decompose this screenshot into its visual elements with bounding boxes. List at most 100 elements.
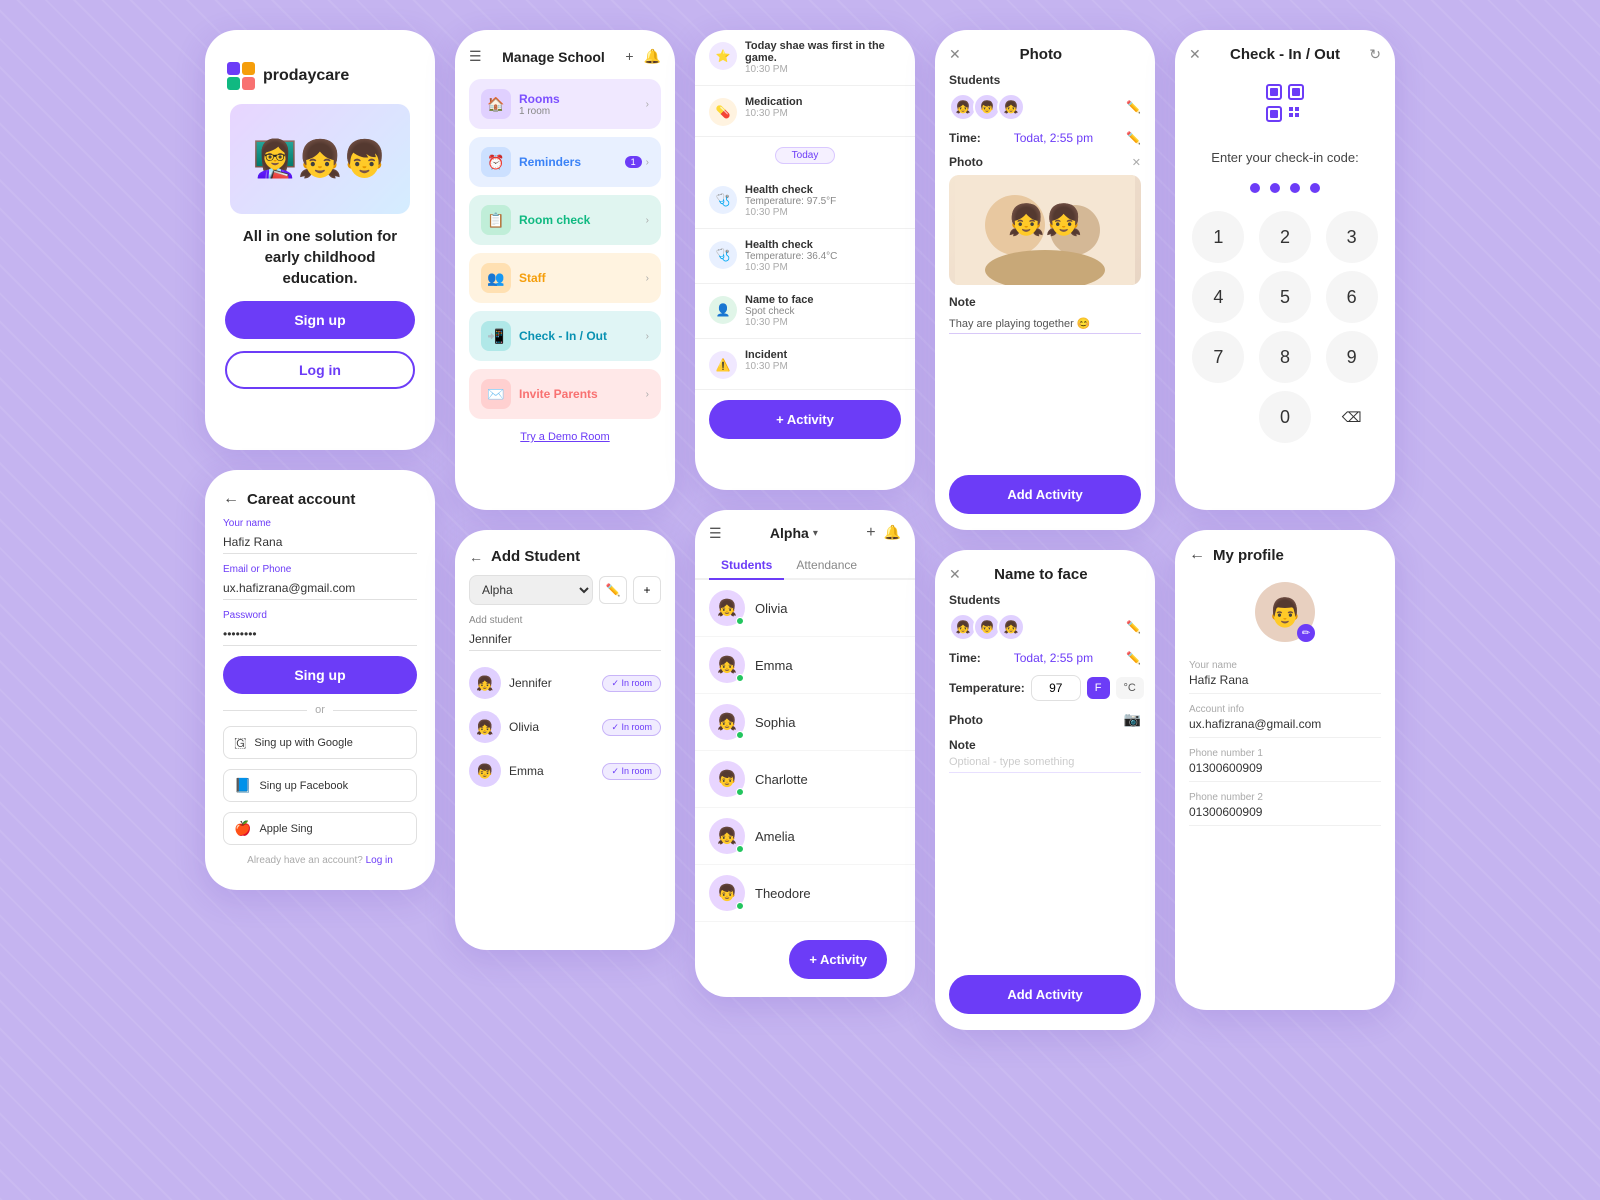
password-label: Password xyxy=(223,610,417,621)
google-signup-button[interactable]: 🇬 Sing up with Google xyxy=(223,726,417,759)
invite-icon: ✉️ xyxy=(481,379,511,409)
note-input[interactable] xyxy=(949,313,1141,334)
add-student-back-icon[interactable]: ← xyxy=(469,549,483,565)
tab-attendance[interactable]: Attendance xyxy=(784,552,869,580)
pin-dot-4 xyxy=(1310,183,1320,193)
nf-note-placeholder: Optional - type something xyxy=(949,752,1141,773)
profile-edit-badge[interactable]: ✏ xyxy=(1297,624,1315,642)
invite-menu-item[interactable]: ✉️ Invite Parents › xyxy=(469,369,661,419)
app-name: prodaycare xyxy=(263,67,349,85)
activity-health2: 🩺 Health check Temperature: 36.4°C 10:30… xyxy=(695,229,915,284)
facebook-icon: 📘 xyxy=(234,777,251,794)
nf-students-edit-icon[interactable]: ✏️ xyxy=(1126,620,1141,634)
health1-sub: Temperature: 97.5°F xyxy=(745,196,901,207)
today-separator: Today xyxy=(695,137,915,174)
numpad: 1 2 3 4 5 6 7 8 9 0 ⌫ xyxy=(1189,211,1381,443)
profile-back-icon[interactable]: ← xyxy=(1189,546,1205,564)
menu-icon[interactable]: ☰ xyxy=(469,48,482,65)
emma-alpha-avatar: 👧 xyxy=(709,647,745,683)
profile-avatar: 👨 ✏ xyxy=(1255,582,1315,642)
alpha-add-icon[interactable]: + xyxy=(866,524,875,542)
game-time: 10:30 PM xyxy=(745,64,901,75)
google-icon: 🇬 xyxy=(234,734,246,751)
jennifer-name: Jennifer xyxy=(509,676,552,690)
name-input[interactable] xyxy=(223,531,417,554)
login-button[interactable]: Log in xyxy=(225,351,415,389)
signup-button[interactable]: Sign up xyxy=(225,301,415,339)
nf-avatar-3: 👧 xyxy=(997,613,1025,641)
fab-activity-button[interactable]: + Activity xyxy=(789,940,887,979)
photo-students-edit-icon[interactable]: ✏️ xyxy=(1126,100,1141,114)
nf-temp-input[interactable] xyxy=(1031,675,1081,701)
amelia-alpha-name: Amelia xyxy=(755,829,795,844)
rooms-menu-item[interactable]: 🏠 Rooms 1 room › xyxy=(469,79,661,129)
name-face-close-icon[interactable]: ✕ xyxy=(949,566,961,583)
alpha-menu-icon[interactable]: ☰ xyxy=(709,525,722,542)
num-3-button[interactable]: 3 xyxy=(1326,211,1378,263)
num-8-button[interactable]: 8 xyxy=(1259,331,1311,383)
delete-button[interactable]: ⌫ xyxy=(1326,391,1378,443)
num-9-button[interactable]: 9 xyxy=(1326,331,1378,383)
num-4-button[interactable]: 4 xyxy=(1192,271,1244,323)
account-signup-button[interactable]: Sing up xyxy=(223,656,417,694)
add-student-label: Add student xyxy=(469,615,661,626)
photo-students-label: Students xyxy=(949,73,1141,87)
room-select[interactable]: Alpha xyxy=(469,575,593,605)
add-activity-nf-button[interactable]: Add Activity xyxy=(949,975,1141,1014)
rooms-chevron-icon: › xyxy=(646,99,649,110)
demo-link[interactable]: Try a Demo Room xyxy=(469,431,661,443)
password-input[interactable] xyxy=(223,623,417,646)
add-activity-button[interactable]: + Activity xyxy=(709,400,901,439)
photo-close-icon[interactable]: ✕ xyxy=(949,46,961,63)
num-1-button[interactable]: 1 xyxy=(1192,211,1244,263)
student-name-input[interactable] xyxy=(469,628,661,651)
svg-text:👧👧: 👧👧 xyxy=(1008,202,1083,237)
num-2-button[interactable]: 2 xyxy=(1259,211,1311,263)
charlotte-alpha-name: Charlotte xyxy=(755,772,808,787)
photo-time-edit-icon[interactable]: ✏️ xyxy=(1126,131,1141,145)
name-to-face-card: ✕ Name to face Students 👧 👦 👧 ✏️ Time: T… xyxy=(935,550,1155,1030)
note-label: Note xyxy=(949,295,1141,309)
nf-temp-f-button[interactable]: F xyxy=(1087,677,1110,699)
incident-icon: ⚠️ xyxy=(709,351,737,379)
plus-icon[interactable]: + xyxy=(625,48,633,65)
back-arrow-icon[interactable]: ← xyxy=(223,490,239,508)
olivia-name: Olivia xyxy=(509,720,539,734)
checkin-menu-item[interactable]: 📲 Check - In / Out › xyxy=(469,311,661,361)
notification-icon[interactable]: 🔔 xyxy=(644,48,661,65)
tab-students[interactable]: Students xyxy=(709,552,784,580)
photo-avatar-3: 👧 xyxy=(997,93,1025,121)
reminders-menu-item[interactable]: ⏰ Reminders 1 › xyxy=(469,137,661,187)
health1-title: Health check xyxy=(745,184,901,196)
activity-name-face: 👤 Name to face Spot check 10:30 PM xyxy=(695,284,915,339)
email-input[interactable] xyxy=(223,577,417,600)
add-room-button[interactable]: + xyxy=(633,576,661,604)
roomcheck-menu-item[interactable]: 📋 Room check › xyxy=(469,195,661,245)
apple-signup-button[interactable]: 🍎 Apple Sing xyxy=(223,812,417,845)
edit-room-button[interactable]: ✏️ xyxy=(599,576,627,604)
photo-remove-icon[interactable]: ✕ xyxy=(1132,156,1141,169)
nf-time-edit-icon[interactable]: ✏️ xyxy=(1126,651,1141,665)
alpha-chevron-icon[interactable]: ▾ xyxy=(813,528,818,539)
login-link[interactable]: Log in xyxy=(366,855,393,866)
num-7-button[interactable]: 7 xyxy=(1192,331,1244,383)
rooms-sub: 1 room xyxy=(519,106,560,117)
checkin-title: Check - In / Out xyxy=(1230,46,1340,63)
activity-health1: 🩺 Health check Temperature: 97.5°F 10:30… xyxy=(695,174,915,229)
sophia-alpha-name: Sophia xyxy=(755,715,795,730)
game-title: Today shae was first in the game. xyxy=(745,40,901,64)
theodore-alpha-avatar: 👦 xyxy=(709,875,745,911)
facebook-signup-button[interactable]: 📘 Sing up Facebook xyxy=(223,769,417,802)
refresh-icon[interactable]: ↻ xyxy=(1369,46,1381,63)
olivia-avatar: 👧 xyxy=(469,711,501,743)
checkin-close-icon[interactable]: ✕ xyxy=(1189,46,1201,63)
num-6-button[interactable]: 6 xyxy=(1326,271,1378,323)
nf-camera-icon[interactable]: 📷 xyxy=(1124,711,1141,728)
staff-menu-item[interactable]: 👥 Staff › xyxy=(469,253,661,303)
checkin-prompt: Enter your check-in code: xyxy=(1211,150,1358,165)
add-activity-photo-button[interactable]: Add Activity xyxy=(949,475,1141,514)
num-0-button[interactable]: 0 xyxy=(1259,391,1311,443)
nf-temp-c-button[interactable]: °C xyxy=(1116,677,1144,699)
alpha-notification-icon[interactable]: 🔔 xyxy=(884,524,901,542)
num-5-button[interactable]: 5 xyxy=(1259,271,1311,323)
